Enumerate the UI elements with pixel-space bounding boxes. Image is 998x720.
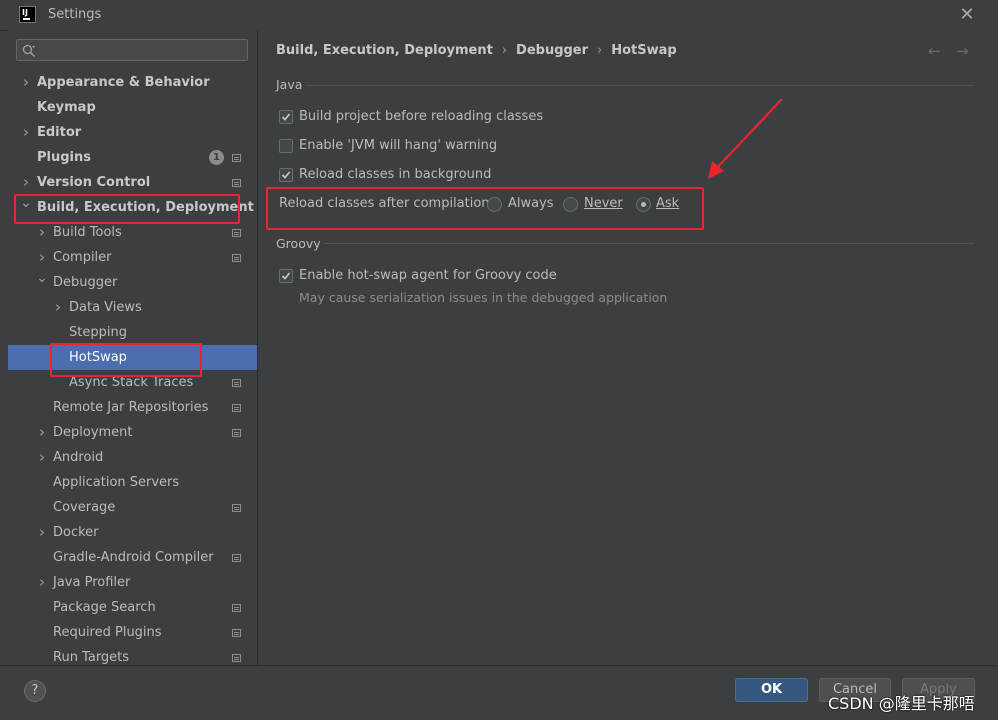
sidebar-item-remote-jar-repositories[interactable]: Remote Jar Repositories (8, 395, 257, 420)
project-settings-icon (232, 254, 241, 262)
search-input[interactable] (16, 39, 248, 61)
project-settings-icon (232, 179, 241, 187)
sidebar-item-debugger[interactable]: ⌄ Debugger (8, 270, 257, 295)
checkbox-checked-icon[interactable] (279, 269, 293, 283)
ok-button[interactable]: OK (735, 678, 808, 702)
chevron-right-icon[interactable]: › (20, 70, 32, 95)
sidebar-item-label: Editor (37, 125, 82, 140)
sidebar-item-label: Stepping (69, 325, 127, 340)
project-settings-icon (232, 629, 241, 637)
chevron-right-icon[interactable]: › (36, 570, 48, 595)
sidebar-item-label: Run Targets (53, 650, 130, 665)
settings-window: IJ Settings ✕ › Appearance & Behavior Keym… (0, 0, 998, 720)
chevron-right-icon[interactable]: › (36, 245, 48, 270)
chevron-right-icon[interactable]: › (36, 445, 48, 470)
checkbox-label: Enable 'JVM will hang' warning (299, 138, 498, 153)
sidebar-item-docker[interactable]: › Docker (8, 520, 257, 545)
breadcrumb: Build, Execution, Deployment › Debugger › Ho… (276, 43, 677, 58)
breadcrumb-item: Debugger (516, 43, 589, 58)
sidebar-item-label: Application Servers (53, 475, 180, 490)
sidebar-item-label: Remote Jar Repositories (53, 400, 209, 415)
sidebar-item-application-servers[interactable]: Application Servers (8, 470, 257, 495)
project-settings-icon (232, 554, 241, 562)
checkbox-label: Build project before reloading classes (299, 109, 544, 124)
groovy-section-divider (324, 243, 974, 244)
sidebar-item-label: Required Plugins (53, 625, 162, 640)
sidebar-item-label: Package Search (53, 600, 156, 615)
groovy-hint-text: May cause serialization issues in the de… (299, 290, 668, 305)
search-icon (22, 44, 36, 58)
title-bar: IJ Settings ✕ (0, 0, 998, 31)
chevron-right-icon[interactable]: › (20, 170, 32, 195)
breadcrumb-separator-icon: › (597, 43, 603, 58)
sidebar-item-stepping[interactable]: Stepping (8, 320, 257, 345)
sidebar-item-label: Java Profiler (53, 575, 131, 590)
sidebar-item-label: Debugger (53, 275, 118, 290)
help-icon[interactable]: ? (24, 680, 46, 702)
sidebar-item-appearance-behavior[interactable]: › Appearance & Behavior (8, 70, 257, 95)
checkbox-checked-icon[interactable] (279, 168, 293, 182)
chevron-right-icon[interactable]: › (20, 120, 32, 145)
sidebar-item-label: Keymap (37, 100, 96, 115)
breadcrumb-item: Build, Execution, Deployment (276, 43, 493, 58)
sidebar-item-version-control[interactable]: › Version Control (8, 170, 257, 195)
sidebar-item-android[interactable]: › Android (8, 445, 257, 470)
sidebar-item-label: Coverage (53, 500, 116, 515)
sidebar-item-label: Deployment (53, 425, 133, 440)
project-settings-icon (232, 404, 241, 412)
annotation-box (50, 343, 202, 377)
back-arrow-icon[interactable]: ← (928, 42, 941, 60)
chevron-right-icon[interactable]: › (36, 420, 48, 445)
sidebar-item-run-targets[interactable]: Run Targets (8, 645, 257, 665)
forward-arrow-icon[interactable]: → (956, 42, 969, 60)
update-count-badge: 1 (209, 150, 224, 165)
breadcrumb-item: HotSwap (611, 43, 677, 58)
breadcrumb-separator-icon: › (501, 43, 508, 58)
project-settings-icon (232, 504, 241, 512)
checkbox-unchecked-icon[interactable] (279, 139, 293, 153)
sidebar-item-label: Version Control (37, 175, 151, 190)
sidebar-item-compiler[interactable]: › Compiler (8, 245, 257, 270)
sidebar-item-java-profiler[interactable]: › Java Profiler (8, 570, 257, 595)
watermark-text: CSDN @隆里卡那唔 (828, 694, 975, 713)
sidebar-item-package-search[interactable]: Package Search (8, 595, 257, 620)
chevron-right-icon[interactable]: › (52, 295, 64, 320)
java-section-title: Java (276, 77, 303, 92)
intellij-logo-icon: IJ (19, 6, 36, 23)
sidebar-item-label: Android (53, 450, 104, 465)
sidebar-item-coverage[interactable]: Coverage (8, 495, 257, 520)
groovy-section-title: Groovy (276, 236, 321, 251)
project-settings-icon (232, 379, 241, 387)
sidebar-item-label: Gradle-Android Compiler (53, 550, 214, 565)
java-section-divider (306, 85, 974, 86)
sidebar-item-keymap[interactable]: Keymap (8, 95, 257, 120)
checkbox-label: Reload classes in background (299, 167, 492, 182)
annotation-arrow-icon (708, 98, 783, 179)
settings-content: Build, Execution, Deployment › Debugger › Ho… (257, 30, 998, 665)
sidebar-item-data-views[interactable]: › Data Views (8, 295, 257, 320)
chevron-right-icon[interactable]: › (36, 520, 48, 545)
project-settings-icon (232, 229, 241, 237)
sidebar-item-label: Plugins (37, 150, 91, 165)
checkbox-label: Enable hot-swap agent for Groovy code (299, 268, 557, 283)
project-settings-icon (232, 654, 241, 662)
sidebar-item-label: Appearance & Behavior (37, 75, 210, 90)
window-title: Settings (48, 7, 102, 22)
project-settings-icon (232, 154, 241, 162)
annotation-box (14, 194, 240, 224)
sidebar-item-required-plugins[interactable]: Required Plugins (8, 620, 257, 645)
annotation-box (266, 187, 704, 230)
project-settings-icon (232, 429, 241, 437)
sidebar-item-deployment[interactable]: › Deployment (8, 420, 257, 445)
sidebar-item-plugins[interactable]: Plugins 1 (8, 145, 257, 170)
chevron-down-icon[interactable]: ⌄ (36, 270, 48, 295)
close-icon[interactable]: ✕ (956, 4, 978, 26)
sidebar-item-label: Compiler (53, 250, 112, 265)
sidebar-item-editor[interactable]: › Editor (8, 120, 257, 145)
project-settings-icon (232, 604, 241, 612)
checkbox-checked-icon[interactable] (279, 110, 293, 124)
sidebar-item-label: Data Views (69, 300, 142, 315)
sidebar-item-gradle-android-compiler[interactable]: Gradle-Android Compiler (8, 545, 257, 570)
sidebar-item-label: Docker (53, 525, 99, 540)
